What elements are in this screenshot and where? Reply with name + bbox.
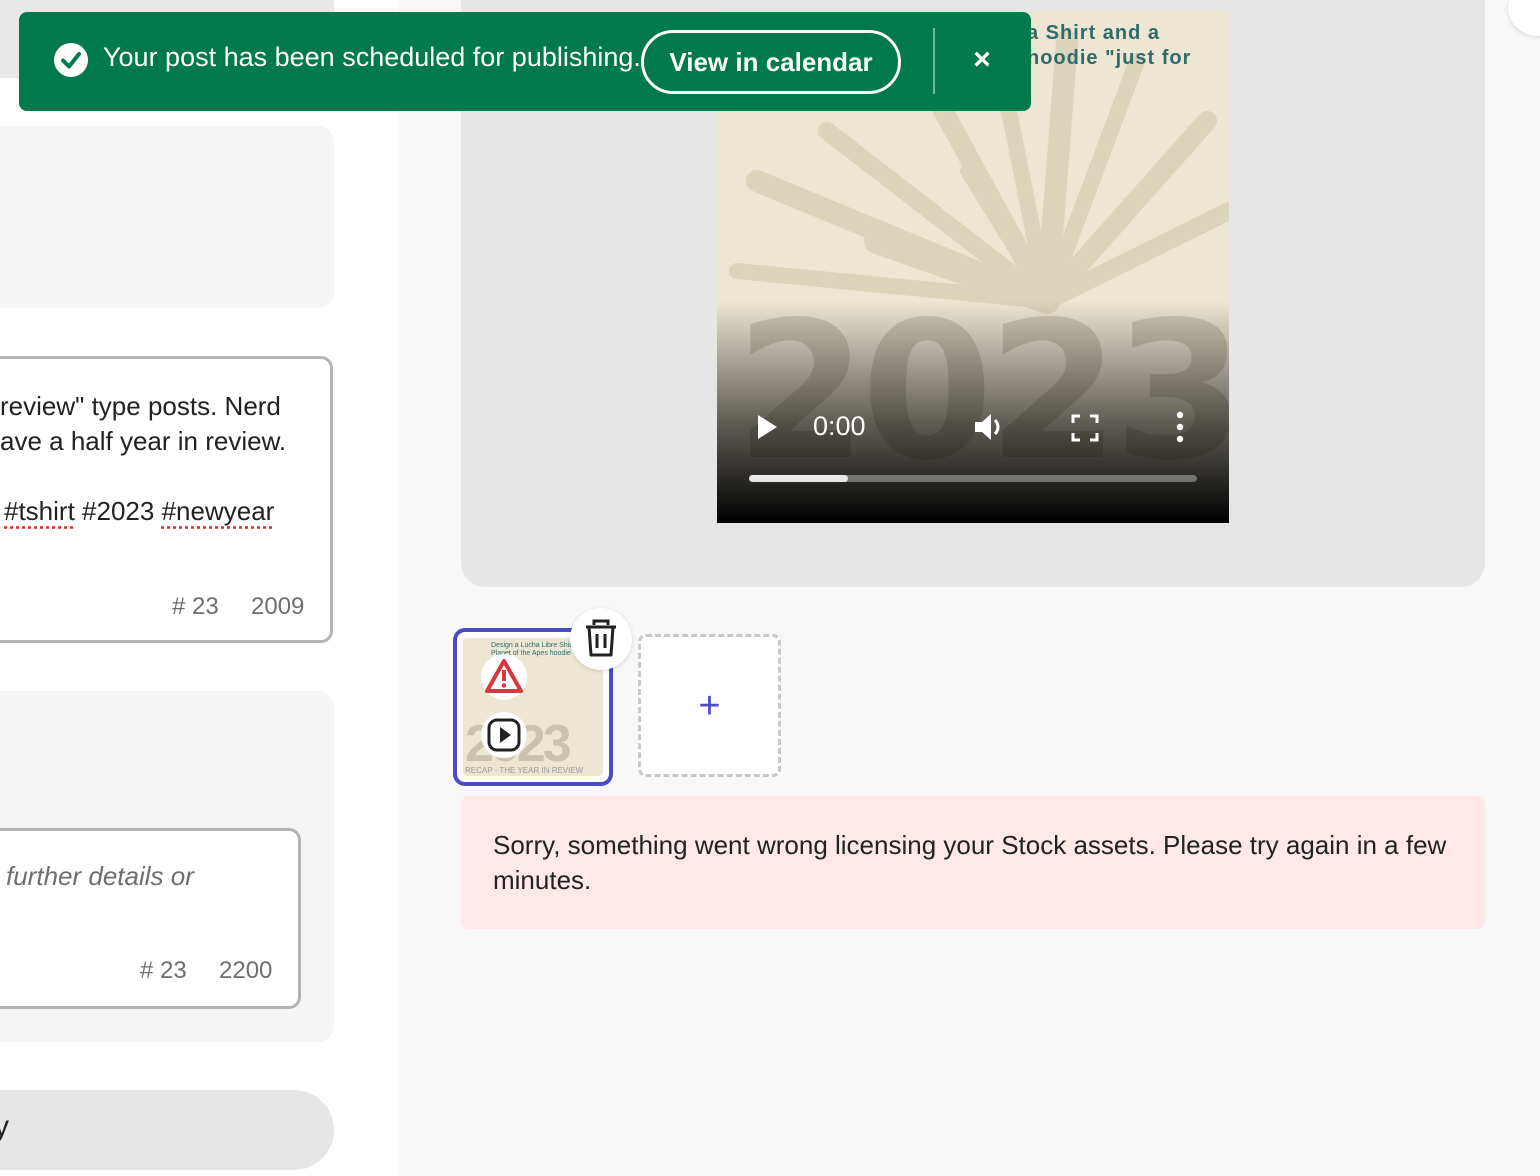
check-circle-icon (54, 43, 88, 77)
success-toast: Your post has been scheduled for publish… (19, 12, 1031, 111)
video-overlay-text: a Shirt and a hoodie "just for (1027, 21, 1191, 71)
left-pill-button[interactable]: y (0, 1090, 334, 1170)
trash-icon (586, 619, 616, 657)
alert-triangle-icon (485, 659, 523, 693)
caption-textarea[interactable]: review" type posts. Nerd ave a half year… (0, 356, 333, 643)
plus-icon: + (698, 685, 721, 727)
toast-message: Your post has been scheduled for publish… (103, 42, 641, 72)
add-media-button[interactable]: + (638, 634, 781, 777)
view-in-calendar-button[interactable]: View in calendar (641, 30, 901, 94)
overlay-line: a Shirt and a (1027, 22, 1161, 44)
caption-line: ave a half year in review. (0, 426, 287, 456)
delete-media-button[interactable] (570, 608, 632, 670)
character-count: 2009 (251, 593, 305, 620)
fullscreen-icon[interactable] (1071, 414, 1099, 442)
hashtag-count: # 23 (140, 957, 187, 984)
error-message-box: Sorry, something went wrong licensing yo… (461, 796, 1485, 929)
hashtag: #newyear (161, 496, 275, 526)
hashtag-count: # 23 (172, 593, 219, 620)
close-icon[interactable]: × (967, 42, 997, 78)
caption-hashtags: #tshirt #2023 #newyear (4, 494, 274, 529)
play-icon[interactable] (755, 413, 779, 441)
grey-section-block (0, 126, 334, 308)
video-time: 0:00 (813, 411, 866, 441)
character-count: 2200 (219, 957, 273, 984)
error-message: Sorry, something went wrong licensing yo… (493, 830, 1447, 895)
overlay-line: hoodie "just for (1027, 47, 1192, 69)
toast-divider (933, 28, 935, 94)
hashtag: #tshirt (4, 496, 75, 526)
pill-button-label: y (0, 1110, 9, 1143)
hashtag: #2023 (82, 496, 155, 526)
video-play-icon (487, 718, 521, 752)
left-column: review" type posts. Nerd ave a half year… (0, 0, 398, 1176)
details-textarea[interactable]: further details or # 23 2200 (0, 828, 301, 1009)
grey-section-block: further details or # 23 2200 (0, 691, 334, 1042)
video-badge[interactable] (481, 712, 527, 758)
textarea-placeholder: further details or (6, 861, 194, 891)
video-progress-bar[interactable] (749, 475, 1197, 482)
video-progress-fill (749, 475, 848, 482)
thumbnail-title-line: Design a Lucha Libre Shirt (491, 642, 574, 649)
alert-badge[interactable] (481, 654, 527, 700)
volume-icon[interactable] (971, 409, 1007, 445)
thumbnail-caption: RECAP - THE YEAR IN REVIEW (465, 766, 584, 775)
more-vertical-icon[interactable] (1175, 411, 1185, 443)
caption-line: review" type posts. Nerd (0, 391, 281, 421)
